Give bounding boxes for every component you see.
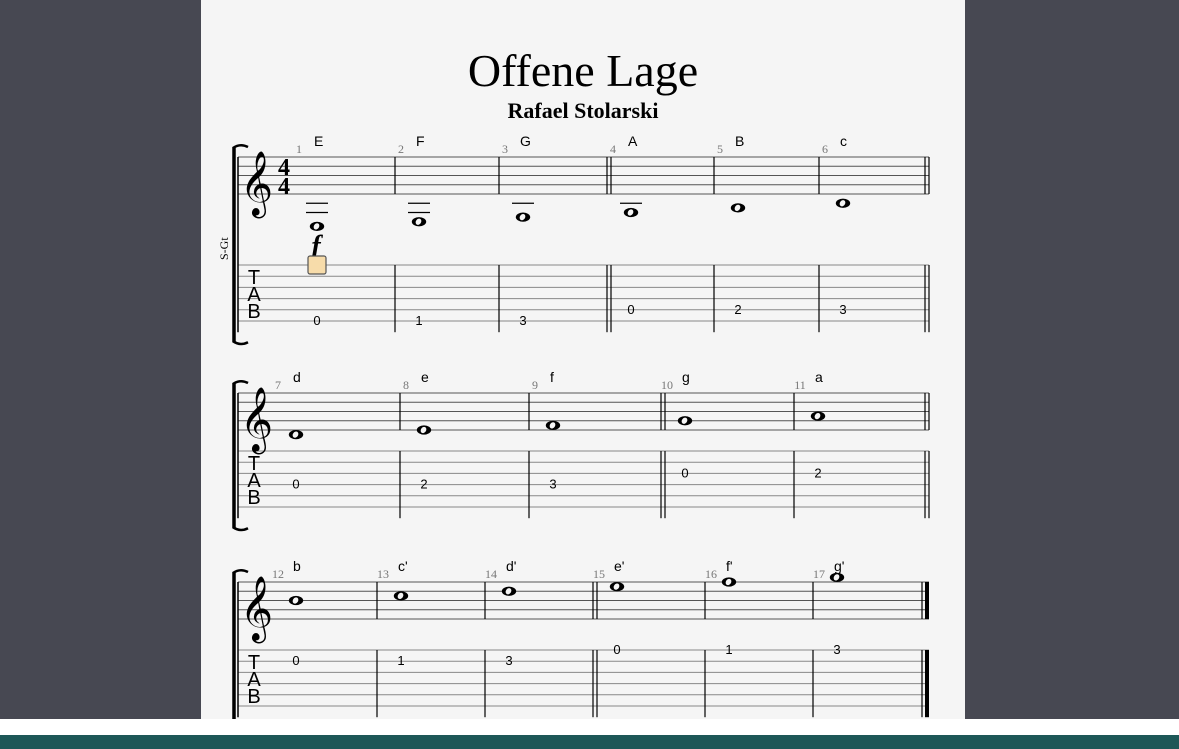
measure-number: 4: [610, 142, 616, 156]
measure-number: 17: [813, 567, 825, 581]
tab-fret-number: 3: [839, 302, 846, 317]
measure-number: 15: [593, 567, 605, 581]
tab-fret-number: 0: [613, 642, 620, 657]
score-title: Offene Lage: [468, 45, 698, 96]
tab-fret-number: 3: [549, 477, 556, 492]
bracket-top-hook: [232, 569, 249, 575]
measure-number: 16: [705, 567, 717, 581]
tab-fret-number: 2: [734, 302, 741, 317]
bracket-top-hook: [232, 380, 249, 386]
measure-number: 3: [502, 142, 508, 156]
bracket-bottom-hook: [232, 526, 249, 532]
chord-symbol: G: [520, 133, 531, 149]
measure-number: 12: [272, 567, 284, 581]
chord-symbol: e': [614, 558, 624, 574]
measure-number: 14: [485, 567, 497, 581]
tab-fret-number: 2: [420, 477, 427, 492]
tab-fret-number: 3: [505, 653, 512, 668]
measure-number: 9: [532, 378, 538, 392]
tab-clef-letter: B: [247, 686, 260, 708]
playback-cursor[interactable]: [307, 255, 327, 275]
chord-symbol: F: [416, 133, 425, 149]
chord-symbol: E: [314, 133, 323, 149]
score-system: 𝄞TAB441 E02 F13 G34 A05 B26 c3f: [232, 133, 930, 346]
measure-number: 5: [717, 142, 723, 156]
treble-clef-icon: 𝄞: [240, 387, 273, 454]
tab-fret-number: 1: [415, 313, 422, 328]
tab-clef-letter: B: [247, 487, 260, 509]
tab-fret-number: 1: [725, 642, 732, 657]
measure-number: 13: [377, 567, 389, 581]
bracket-top-hook: [232, 144, 249, 150]
chord-symbol: c': [398, 558, 408, 574]
measure-number: 2: [398, 142, 404, 156]
bottom-status-bar: [0, 735, 1179, 749]
instrument-label: S-Gt: [217, 237, 231, 260]
bracket-bottom-hook: [232, 340, 249, 346]
chord-symbol: A: [628, 133, 638, 149]
measure-number: 6: [822, 142, 828, 156]
bottom-divider: [0, 719, 1179, 735]
measure-number: 10: [661, 378, 673, 392]
tab-fret-number: 0: [627, 302, 634, 317]
chord-symbol: e: [421, 369, 429, 385]
score-canvas: Offene Lage Rafael Stolarski S-Gt 𝄞TAB44…: [217, 45, 930, 719]
chord-symbol: d': [506, 558, 516, 574]
score-composer: Rafael Stolarski: [508, 98, 659, 123]
tab-fret-number: 1: [397, 653, 404, 668]
chord-symbol: a: [815, 369, 823, 385]
measure-number: 8: [403, 378, 409, 392]
score-system: 𝄞TAB7 d08 e29 f310 g011 a2: [232, 369, 930, 532]
tab-fret-number: 2: [814, 465, 821, 480]
tab-fret-number: 0: [313, 313, 320, 328]
tab-fret-number: 0: [292, 653, 299, 668]
chord-symbol: f': [726, 558, 733, 574]
tab-clef-letter: B: [247, 301, 260, 323]
tab-final-barline-thick: [925, 650, 929, 718]
chord-symbol: b: [293, 558, 301, 574]
tab-fret-number: 3: [519, 313, 526, 328]
chord-symbol: c: [840, 133, 847, 149]
chord-symbol: d: [293, 369, 301, 385]
tab-fret-number: 0: [292, 477, 299, 492]
tab-fret-number: 3: [833, 642, 840, 657]
score-system: 𝄞TAB12 b013 c'114 d'315 e'016 f'117 g'3: [232, 558, 929, 719]
final-barline-thick: [925, 582, 929, 619]
measure-number: 1: [296, 142, 302, 156]
time-signature-denominator: 4: [278, 174, 290, 200]
treble-clef-icon: 𝄞: [240, 576, 273, 643]
chord-symbol: B: [735, 133, 744, 149]
measure-number: 11: [794, 378, 806, 392]
treble-clef-icon: 𝄞: [240, 151, 273, 218]
chord-symbol: g: [682, 369, 690, 385]
tab-fret-number: 0: [681, 465, 688, 480]
measure-number: 7: [275, 378, 281, 392]
chord-symbol: f: [550, 369, 554, 385]
chord-symbol: g': [834, 558, 844, 574]
